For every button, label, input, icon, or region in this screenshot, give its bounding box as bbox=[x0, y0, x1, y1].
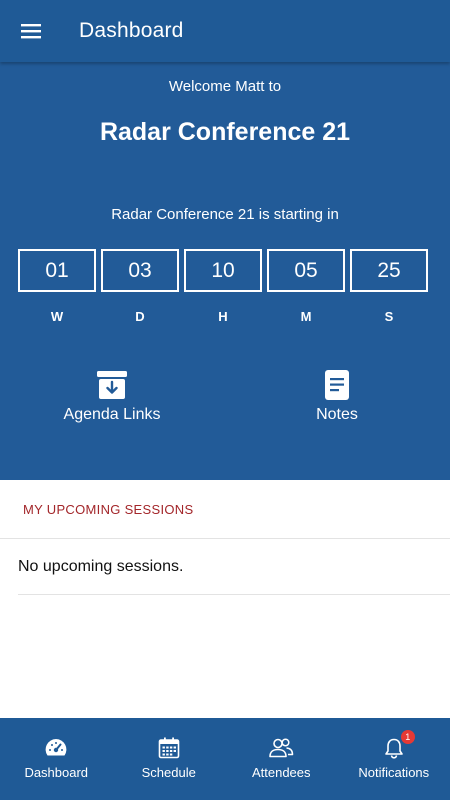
notes-document-icon bbox=[325, 370, 349, 400]
countdown-caption: Radar Conference 21 is starting in bbox=[111, 206, 339, 223]
countdown-hours-value: 10 bbox=[184, 249, 262, 292]
nav-dashboard[interactable]: Dashboard bbox=[0, 718, 113, 800]
welcome-text: Welcome Matt to bbox=[168, 78, 282, 95]
nav-dashboard-label: Dashboard bbox=[24, 765, 89, 780]
welcome-panel: Welcome Matt to Radar Conference 21 Rada… bbox=[0, 62, 450, 480]
countdown-minutes-value: 05 bbox=[267, 249, 345, 292]
page-title: Dashboard bbox=[79, 19, 184, 42]
notes-label: Notes bbox=[316, 406, 358, 423]
countdown-seconds-value: 25 bbox=[350, 249, 428, 292]
agenda-links-button[interactable]: Agenda Links bbox=[32, 368, 192, 424]
speedometer-icon bbox=[45, 739, 67, 756]
notes-button[interactable]: Notes bbox=[257, 368, 417, 424]
countdown-days-unit: D bbox=[135, 309, 145, 324]
upcoming-sessions-header: MY UPCOMING SESSIONS bbox=[0, 480, 450, 539]
app-bar: Dashboard bbox=[0, 0, 450, 62]
nav-schedule-label: Schedule bbox=[141, 765, 196, 780]
menu-button[interactable] bbox=[0, 0, 62, 62]
event-title: Radar Conference 21 bbox=[99, 118, 351, 146]
nav-notifications-label: Notifications bbox=[358, 765, 430, 780]
countdown-weeks-value: 01 bbox=[18, 249, 96, 292]
nav-schedule[interactable]: Schedule bbox=[113, 718, 226, 800]
agenda-links-label: Agenda Links bbox=[63, 406, 161, 423]
nav-attendees-label: Attendees bbox=[251, 765, 311, 780]
archive-download-icon bbox=[97, 371, 127, 399]
upcoming-sessions-title: MY UPCOMING SESSIONS bbox=[23, 501, 194, 517]
countdown-hours-unit: H bbox=[218, 309, 228, 324]
calendar-icon bbox=[158, 737, 180, 759]
nav-notifications[interactable]: 1 Notifications bbox=[338, 718, 450, 800]
nav-attendees[interactable]: Attendees bbox=[225, 718, 338, 800]
bottom-navigation: Dashboard Schedule Attendees 1 Notificat… bbox=[0, 718, 450, 800]
countdown-minutes-unit: M bbox=[300, 309, 312, 324]
notification-count-badge: 1 bbox=[400, 730, 415, 744]
empty-sessions-message: No upcoming sessions. bbox=[18, 540, 450, 595]
countdown-days-value: 03 bbox=[101, 249, 179, 292]
countdown-seconds-unit: S bbox=[384, 309, 394, 324]
hamburger-menu-icon bbox=[21, 24, 41, 39]
countdown-weeks-unit: W bbox=[50, 309, 64, 324]
people-icon bbox=[269, 738, 294, 758]
